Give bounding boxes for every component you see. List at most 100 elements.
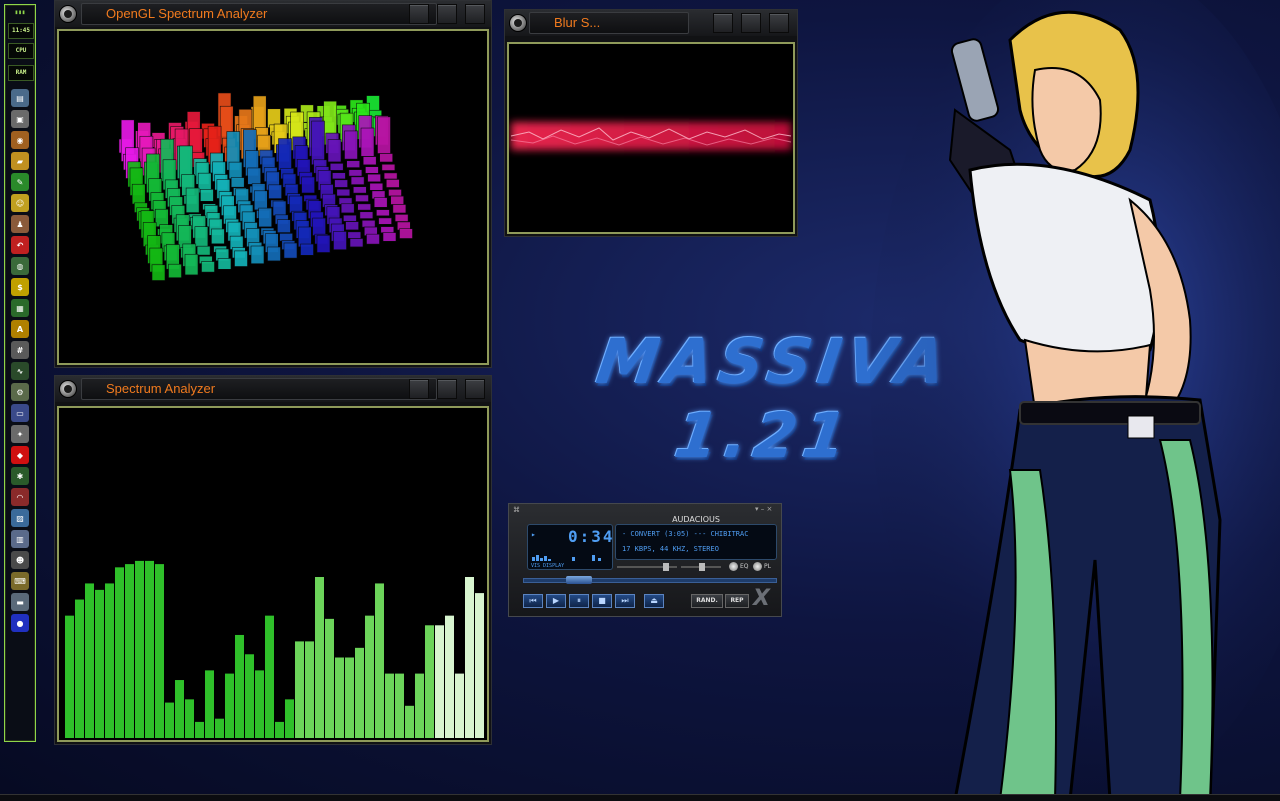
song-title-scroll[interactable]: - CONVERT (3:05) --- CHIBITRAC (622, 530, 774, 538)
globe-icon[interactable]: ◍ (11, 257, 29, 275)
shade-button[interactable] (409, 379, 429, 399)
opengl-bar (355, 194, 369, 202)
close-button[interactable] (465, 4, 485, 24)
earth-icon[interactable]: ● (11, 614, 29, 632)
opengl-bar (349, 238, 364, 248)
gear-icon[interactable]: ⚙ (11, 383, 29, 401)
playlist-toggle[interactable] (753, 562, 762, 571)
previous-button[interactable]: ⏮ (523, 594, 543, 608)
maximize-button[interactable] (437, 4, 457, 24)
spectrum-bar (425, 625, 434, 738)
audacious-x-logo: X (753, 586, 770, 611)
seek-bar[interactable] (523, 576, 777, 584)
user-icon[interactable]: ♟ (11, 215, 29, 233)
opengl-titlebar[interactable]: OpenGL Spectrum Analyzer (55, 1, 491, 27)
smiley-icon[interactable]: ☺ (11, 194, 29, 212)
eq-toggle[interactable] (729, 562, 738, 571)
spectrum-bar (445, 615, 454, 738)
opengl-bar (382, 232, 397, 242)
vis-display-label: VIS DISPLAY (531, 563, 565, 569)
printer-icon[interactable]: ▬ (11, 593, 29, 611)
maximize-button[interactable] (437, 379, 457, 399)
waveform-icon[interactable]: ∿ (11, 362, 29, 380)
close-button[interactable] (465, 379, 485, 399)
player-menu-icon[interactable]: ⌘ (513, 506, 520, 514)
opengl-3d-spectrum (118, 92, 413, 281)
wifi-icon[interactable]: ◠ (11, 488, 29, 506)
computer-icon[interactable]: ▥ (11, 530, 29, 548)
opengl-bar (365, 166, 379, 174)
window-menu-icon[interactable] (59, 380, 77, 398)
keyboard-icon[interactable]: ⌨ (11, 572, 29, 590)
player-window-controls[interactable]: ▾ – × (755, 505, 772, 513)
maximize-button[interactable] (741, 13, 761, 33)
spectrum-bar (65, 615, 74, 738)
spectrum-bar (125, 564, 134, 738)
eject-button[interactable]: ⏏ (644, 594, 664, 608)
volume-slider[interactable] (617, 563, 677, 571)
next-button[interactable]: ⏭ (615, 594, 635, 608)
spectrum-bar (135, 560, 144, 738)
alien-icon[interactable]: ☻ (11, 551, 29, 569)
dock-panel: ▮▮▮ 11:45 CPU RAM ▤ ▣ ◉ ▰ ✎ ☺ ♟ ↶ ◍ $ ▦ A # ∿ ⚙ ▭ ✦ ◆ ✱ ◠ ▨ ▥… (4, 4, 36, 742)
paint-icon[interactable]: ✎ (11, 173, 29, 191)
blur-titlebar[interactable]: Blur S... (505, 10, 797, 36)
spectrum-bar (415, 673, 424, 738)
back-arrow-icon[interactable]: ↶ (11, 236, 29, 254)
window-icon[interactable]: ▭ (11, 404, 29, 422)
opengl-bar (394, 214, 409, 222)
opengl-bar (350, 176, 365, 185)
battery-indicator: ▮▮▮ (14, 9, 26, 16)
dollar-icon[interactable]: $ (11, 278, 29, 296)
chart-icon[interactable]: ▨ (11, 509, 29, 527)
opengl-bar (347, 231, 362, 239)
cpu-meter[interactable]: CPU (8, 43, 34, 59)
seek-handle[interactable] (566, 576, 592, 584)
balance-slider[interactable] (681, 563, 721, 571)
calendar-icon[interactable]: ▦ (11, 299, 29, 317)
elapsed-time: 0:34 (568, 527, 615, 546)
stream-info: 17 KBPS, 44 KHZ, STEREO (622, 545, 719, 553)
stop-button[interactable]: ■ (592, 594, 612, 608)
spectrum-bar (465, 577, 474, 738)
opengl-bar (184, 253, 199, 276)
pause-button[interactable]: ⏸ (569, 594, 589, 608)
opengl-bar (301, 176, 315, 194)
spectrum-bar (435, 625, 444, 738)
font-icon[interactable]: A (11, 320, 29, 338)
shuffle-button[interactable]: RAND. (691, 594, 723, 608)
opengl-bar (388, 189, 402, 197)
opengl-bar (300, 243, 314, 256)
opengl-visualization (57, 29, 489, 365)
spectrum-bar (145, 560, 154, 738)
terminal-icon[interactable]: ▤ (11, 89, 29, 107)
shade-button[interactable] (713, 13, 733, 33)
spectrum-titlebar[interactable]: Spectrum Analyzer (55, 376, 491, 402)
calculator-icon[interactable]: # (11, 341, 29, 359)
opengl-bar (377, 116, 391, 154)
diamond-icon[interactable]: ◆ (11, 446, 29, 464)
spectrum-bar (155, 564, 164, 738)
spectrum-bar (265, 615, 274, 738)
ram-meter[interactable]: RAM (8, 65, 34, 81)
close-button[interactable] (769, 13, 789, 33)
window-menu-icon[interactable] (59, 5, 77, 23)
blur-title: Blur S... (529, 12, 689, 34)
folder-icon[interactable]: ▰ (11, 152, 29, 170)
wrench-icon[interactable]: ✦ (11, 425, 29, 443)
sound-icon[interactable]: ◉ (11, 131, 29, 149)
audacious-player: ⌘ AUDACIOUS ▾ – × ▸ 0:34 VIS DISPLAY - C… (508, 503, 782, 617)
time-display[interactable]: ▸ 0:34 VIS DISPLAY (527, 524, 613, 570)
play-button[interactable]: ▶ (546, 594, 566, 608)
repeat-button[interactable]: REP (725, 594, 749, 608)
opengl-bar (277, 219, 291, 233)
spectrum-title: Spectrum Analyzer (81, 378, 437, 400)
opengl-bar (369, 182, 384, 191)
bug-icon[interactable]: ✱ (11, 467, 29, 485)
spectrum-bar (115, 567, 124, 738)
shade-button[interactable] (409, 4, 429, 24)
opengl-bar (357, 203, 372, 211)
opengl-bar (131, 183, 146, 205)
window-menu-icon[interactable] (509, 14, 527, 32)
monitor-icon[interactable]: ▣ (11, 110, 29, 128)
